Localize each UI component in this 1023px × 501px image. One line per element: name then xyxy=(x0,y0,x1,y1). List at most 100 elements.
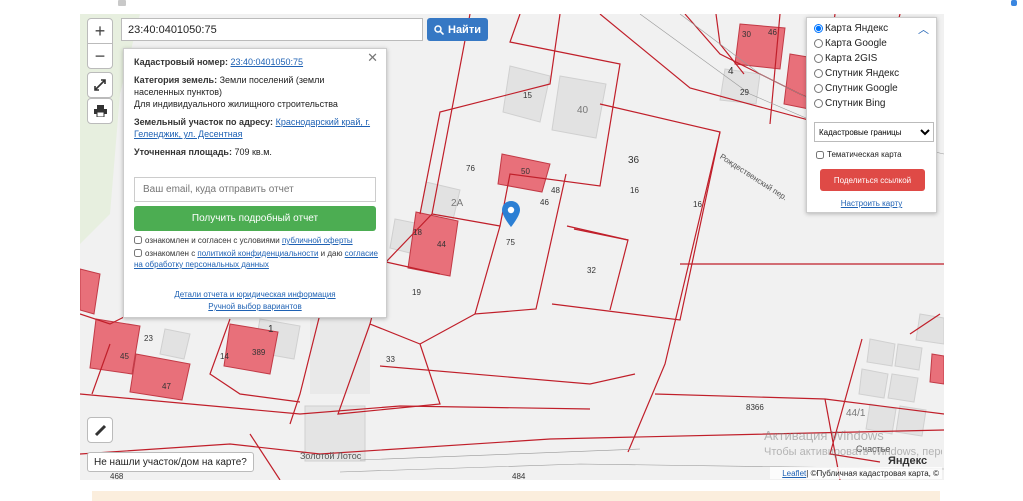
area-row: Уточненная площадь: 709 кв.м. xyxy=(134,146,376,158)
category-label: Категория земель: xyxy=(134,75,218,85)
address-label: Земельный участок по адресу: xyxy=(134,117,274,127)
map-label: 8366 xyxy=(746,403,764,412)
map-label: 16 xyxy=(693,200,702,209)
attribution-suffix: , © xyxy=(928,468,939,478)
search-icon xyxy=(434,24,444,35)
map-label: 75 xyxy=(506,238,515,247)
search-button[interactable]: Найти xyxy=(427,18,488,41)
poi-label-zolotoy-lotos[interactable]: Золотой Лотос xyxy=(300,451,361,461)
map-label: 389 xyxy=(252,348,266,357)
public-offer-link[interactable]: публичной оферты xyxy=(282,236,353,245)
yandex-logo: Яндекс xyxy=(888,455,928,467)
thematic-map-checkbox[interactable] xyxy=(816,150,824,159)
agree-privacy-row: ознакомлен с политикой конфиденциальност… xyxy=(134,248,379,270)
map-label: 36 xyxy=(628,155,640,166)
layer-radio[interactable] xyxy=(814,83,823,93)
category-row: Категория земель: Земли поселений (земли… xyxy=(134,74,376,110)
windows-activation-watermark: Активация Windows xyxy=(764,428,884,443)
layer-option-bing-satellite[interactable]: Спутник Bing xyxy=(814,96,886,110)
usage-value: Для индивидуального жилищного строительс… xyxy=(134,99,338,109)
layer-switcher-panel: ︿ Карта Яндекс Карта Google Карта 2GIS С… xyxy=(806,17,937,213)
browser-top-strip xyxy=(0,0,1023,14)
map-label: 29 xyxy=(740,88,749,97)
attribution-source: Публичная кадастровая карта xyxy=(816,468,929,478)
layer-radio[interactable] xyxy=(814,53,823,63)
manual-selection-link[interactable]: Ручной выбор вариантов xyxy=(208,302,301,311)
overlay-select[interactable]: Кадастровые границы xyxy=(814,122,934,142)
map-label: 15 xyxy=(523,91,532,100)
close-icon[interactable]: ✕ xyxy=(367,51,378,64)
get-report-button[interactable]: Получить подробный отчет xyxy=(134,206,376,231)
map-label: 30 xyxy=(742,30,751,39)
agree-privacy-checkbox[interactable] xyxy=(134,249,142,257)
map-settings-link[interactable]: Настроить карту xyxy=(841,199,902,208)
ruler-button[interactable] xyxy=(87,417,113,443)
map-label: 19 xyxy=(412,288,421,297)
manual-link-row: Ручной выбор вариантов xyxy=(124,301,386,313)
zoom-in-button[interactable]: + xyxy=(87,18,113,44)
layer-radio[interactable] xyxy=(814,98,823,108)
layer-radio[interactable] xyxy=(814,68,823,78)
layer-radio[interactable] xyxy=(814,38,823,48)
map-label: 14 xyxy=(220,352,229,361)
layer-option-yandex-satellite[interactable]: Спутник Яндекс xyxy=(814,66,899,80)
map-label: 33 xyxy=(386,355,395,364)
report-details-link[interactable]: Детали отчета и юридическая информация xyxy=(174,290,335,299)
fullscreen-icon xyxy=(94,79,106,91)
layer-option-google-satellite[interactable]: Спутник Google xyxy=(814,81,898,95)
tab-favicon-icon xyxy=(118,0,126,6)
page-bottom-strip xyxy=(0,480,1023,501)
layer-option-label: Спутник Google xyxy=(825,82,898,94)
details-link-row: Детали отчета и юридическая информация xyxy=(124,289,386,301)
map-label: 47 xyxy=(162,382,171,391)
thematic-map-toggle[interactable]: Тематическая карта xyxy=(816,150,902,159)
map-label: 23 xyxy=(144,334,153,343)
layer-option-label: Спутник Яндекс xyxy=(825,67,900,79)
cadastral-number-link[interactable]: 23:40:0401050:75 xyxy=(230,57,303,67)
map-label: 4 xyxy=(728,66,734,77)
fullscreen-button[interactable] xyxy=(87,72,113,98)
agree-offer-row: ознакомлен и согласен с условиями публич… xyxy=(134,235,379,246)
agree-offer-checkbox[interactable] xyxy=(134,236,142,244)
thematic-map-label: Тематическая карта xyxy=(827,150,902,159)
map-label: 1 xyxy=(268,324,274,335)
map-label: 468 xyxy=(110,472,124,480)
map-label: 18 xyxy=(413,228,422,237)
layer-option-2gis-map[interactable]: Карта 2GIS xyxy=(814,51,877,65)
agree-privacy-text: ознакомлен с xyxy=(145,249,198,258)
share-link-button[interactable]: Поделиться ссылкой xyxy=(820,169,925,191)
area-value: 709 кв.м. xyxy=(234,147,272,157)
layer-option-google-map[interactable]: Карта Google xyxy=(814,36,887,50)
address-row: Земельный участок по адресу: Краснодарск… xyxy=(134,116,376,140)
search-button-label: Найти xyxy=(448,23,481,36)
leaflet-link[interactable]: Leaflet xyxy=(782,469,806,478)
chevron-up-icon[interactable]: ︿ xyxy=(918,21,929,37)
bottom-banner xyxy=(92,491,940,501)
map-label: 2А xyxy=(451,198,464,209)
map-label: 45 xyxy=(120,352,129,361)
layer-option-yandex-map[interactable]: Карта Яндекс xyxy=(814,21,888,35)
map-settings-row: Настроить карту xyxy=(807,199,936,208)
map-label: 46 xyxy=(540,198,549,207)
area-label: Уточненная площадь: xyxy=(134,147,232,157)
layer-option-label: Карта Google xyxy=(825,37,887,49)
agree-privacy-mid: и даю xyxy=(318,249,345,258)
zoom-out-button[interactable]: − xyxy=(87,43,113,69)
print-button[interactable] xyxy=(87,98,113,124)
privacy-policy-link[interactable]: политикой конфиденциальности xyxy=(197,249,318,258)
ruler-icon xyxy=(94,424,106,436)
layer-option-label: Спутник Bing xyxy=(825,97,886,109)
map-label: 44 xyxy=(437,240,446,249)
cadastral-search-input[interactable] xyxy=(121,18,423,41)
layer-radio[interactable] xyxy=(814,23,823,33)
layer-option-label: Карта Яндекс xyxy=(825,22,889,34)
map-label: 48 xyxy=(551,186,560,195)
not-found-button[interactable]: Не нашли участок/дом на карте? xyxy=(87,452,254,472)
location-pin-icon[interactable] xyxy=(502,201,520,227)
map-label: 50 xyxy=(521,167,530,176)
scrollbar-thumb[interactable] xyxy=(1011,0,1017,6)
email-field[interactable] xyxy=(134,177,376,202)
map-attribution: Leaflet | © Публичная кадастровая карта,… xyxy=(770,467,942,479)
map-label: 16 xyxy=(630,186,639,195)
printer-icon xyxy=(93,105,107,117)
